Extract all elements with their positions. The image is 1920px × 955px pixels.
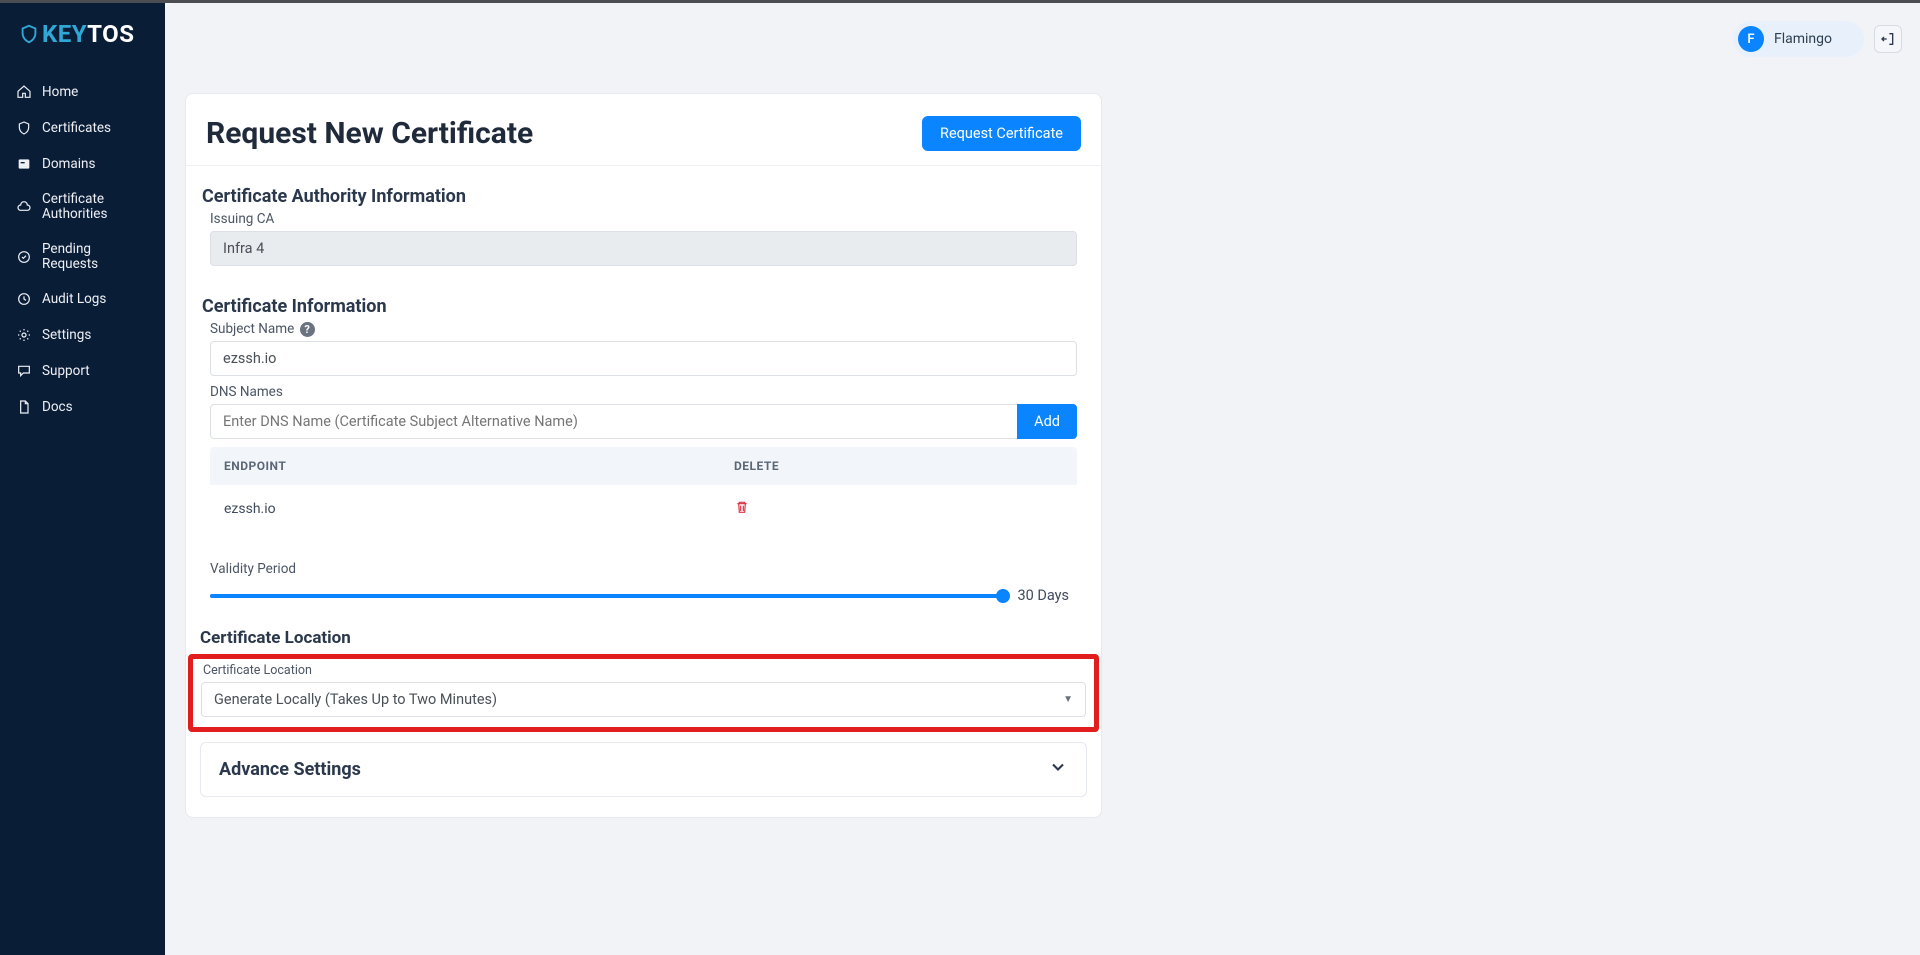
help-icon[interactable]: ? [300, 322, 315, 337]
brand-tos: TOS [87, 20, 134, 48]
shield-icon [16, 120, 32, 136]
sidebar-item-domains[interactable]: Domains [0, 146, 165, 182]
chat-icon [16, 363, 32, 379]
table-row: ezssh.io [210, 485, 1077, 533]
delete-row-button[interactable] [734, 503, 750, 519]
add-dns-button[interactable]: Add [1017, 404, 1077, 439]
dns-input-row: Add [210, 404, 1077, 439]
nav-list: Home Certificates Domains Certificate Au… [0, 68, 165, 425]
cloud-icon [16, 199, 32, 215]
page-title: Request New Certificate [206, 116, 533, 151]
logout-icon [1880, 31, 1896, 47]
sidebar-label: Home [42, 85, 78, 100]
validity-label: Validity Period [210, 561, 1087, 577]
advance-settings-toggle[interactable]: Advance Settings [200, 742, 1087, 797]
sidebar-item-settings[interactable]: Settings [0, 317, 165, 353]
dns-table: Endpoint Delete ezssh.io [210, 447, 1077, 533]
sidebar-item-audit-logs[interactable]: Audit Logs [0, 281, 165, 317]
sidebar-label: Pending Requests [42, 242, 149, 272]
ca-info-section: Certificate Authority Information Issuin… [186, 166, 1101, 276]
sidebar-label: Settings [42, 328, 91, 343]
page-area: F Flamingo Request New Certificate Reque… [165, 3, 1920, 955]
sidebar-label: Audit Logs [42, 292, 106, 307]
sidebar-item-certificate-authorities[interactable]: Certificate Authorities [0, 182, 165, 232]
location-highlight: Certificate Location Generate Locally (T… [188, 654, 1099, 732]
subject-name-text: Subject Name [210, 321, 294, 337]
chevron-down-icon [1048, 757, 1068, 782]
main-card: Request New Certificate Request Certific… [185, 93, 1102, 818]
file-icon [16, 399, 32, 415]
location-select[interactable]: Generate Locally (Takes Up to Two Minute… [201, 682, 1086, 717]
subject-name-label: Subject Name ? [210, 321, 1087, 337]
trash-icon [734, 499, 750, 515]
cert-info-heading: Certificate Information [202, 296, 1087, 317]
sidebar-item-docs[interactable]: Docs [0, 389, 165, 425]
sidebar-item-home[interactable]: Home [0, 74, 165, 110]
location-heading: Certificate Location [200, 628, 1101, 648]
slider-thumb[interactable] [996, 589, 1010, 603]
window-top-strip [0, 0, 1920, 3]
slider-fill [210, 594, 1003, 598]
avatar: F [1738, 26, 1764, 52]
col-delete: Delete [720, 447, 1077, 485]
sidebar-item-pending-requests[interactable]: Pending Requests [0, 232, 165, 282]
sidebar-label: Domains [42, 157, 95, 172]
ca-info-heading: Certificate Authority Information [202, 186, 1087, 207]
home-icon [16, 84, 32, 100]
shield-icon [18, 21, 40, 47]
validity-value: 30 Days [1017, 587, 1077, 604]
sidebar: KEYTOS Home Certificates Domains Certifi… [0, 0, 165, 955]
dns-name-input[interactable] [210, 404, 1017, 439]
sidebar-label: Certificates [42, 121, 111, 136]
sidebar-label: Certificate Authorities [42, 192, 149, 222]
gear-icon [16, 327, 32, 343]
endpoint-cell: ezssh.io [210, 487, 720, 531]
card-header: Request New Certificate Request Certific… [186, 94, 1101, 166]
validity-slider[interactable]: 30 Days [210, 587, 1077, 604]
header-bar: F Flamingo [165, 3, 1920, 75]
card-icon [16, 156, 32, 172]
sidebar-label: Docs [42, 400, 73, 415]
issuing-ca-value: Infra 4 [210, 231, 1077, 266]
issuing-ca-label: Issuing CA [210, 211, 1087, 227]
brand-key: KEY [42, 20, 87, 48]
sidebar-item-certificates[interactable]: Certificates [0, 110, 165, 146]
slider-track[interactable] [210, 594, 1003, 598]
dns-names-label: DNS Names [210, 384, 1087, 400]
brand-logo: KEYTOS [0, 0, 165, 68]
sidebar-item-support[interactable]: Support [0, 353, 165, 389]
dns-table-head: Endpoint Delete [210, 447, 1077, 485]
cert-info-section: Certificate Information Subject Name ? D… [186, 276, 1101, 606]
subject-name-input[interactable] [210, 341, 1077, 376]
chevron-down-icon: ▼ [1063, 694, 1073, 705]
sidebar-label: Support [42, 364, 90, 379]
logout-button[interactable] [1874, 25, 1902, 53]
user-name: Flamingo [1774, 31, 1832, 47]
location-label: Certificate Location [203, 663, 1086, 678]
user-chip[interactable]: F Flamingo [1733, 21, 1864, 57]
request-certificate-button[interactable]: Request Certificate [922, 116, 1081, 151]
location-value: Generate Locally (Takes Up to Two Minute… [214, 691, 497, 708]
check-circle-icon [16, 249, 32, 265]
advance-title: Advance Settings [219, 759, 361, 780]
clock-icon [16, 291, 32, 307]
col-endpoint: Endpoint [210, 447, 720, 485]
